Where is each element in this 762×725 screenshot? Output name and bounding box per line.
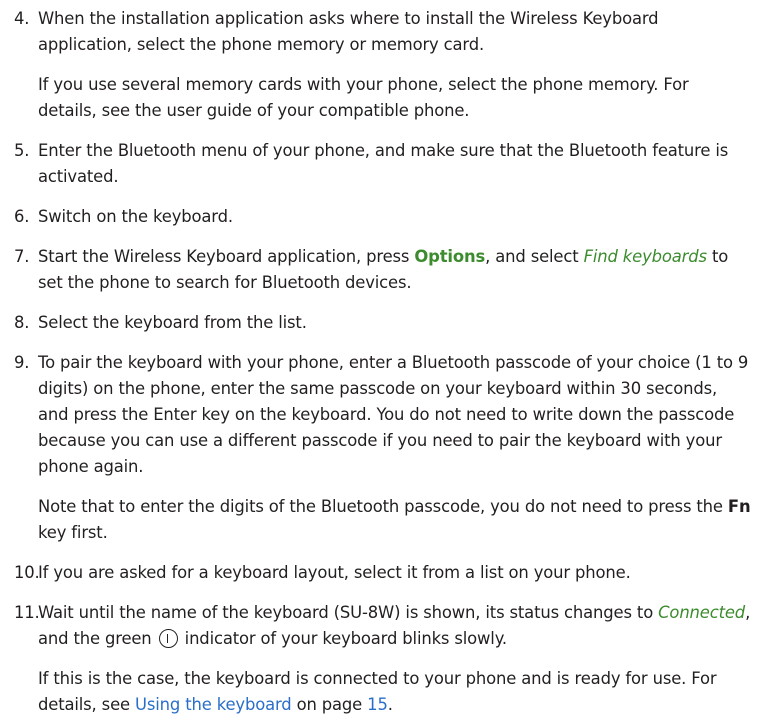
connected-status-label: Connected xyxy=(658,603,746,622)
step-text-part: Wait until the name of the keyboard (SU-… xyxy=(38,603,659,622)
fn-key-label: Fn xyxy=(727,497,751,516)
step-11: 11. Wait until the name of the keyboard … xyxy=(14,600,752,652)
find-keyboards-menu-label: Find keyboards xyxy=(583,247,707,266)
step-text: Enter the Bluetooth menu of your phone, … xyxy=(38,141,729,186)
step-number: 11. xyxy=(14,603,40,622)
note-text-part: key first. xyxy=(38,523,108,542)
options-softkey-label: Options xyxy=(414,247,486,266)
power-indicator-icon xyxy=(158,629,178,648)
step-text: Select the keyboard from the list. xyxy=(38,313,307,332)
step-number: 9. xyxy=(14,353,30,372)
step-10: 10. If you are asked for a keyboard layo… xyxy=(14,560,752,586)
step-number: 4. xyxy=(14,9,30,28)
page-15-link[interactable]: 15 xyxy=(367,695,388,714)
step-text: Wait until the name of the keyboard (SU-… xyxy=(38,600,752,652)
using-keyboard-link[interactable]: Using the keyboard xyxy=(135,695,292,714)
step-number: 6. xyxy=(14,207,30,226)
note-text-part: on page xyxy=(291,695,368,714)
step-6: 6. Switch on the keyboard. xyxy=(14,204,752,230)
step-4: 4. When the installation application ask… xyxy=(14,6,752,58)
step-text: To pair the keyboard with your phone, en… xyxy=(38,353,749,476)
step-number: 7. xyxy=(14,247,30,266)
step-7: 7. Start the Wireless Keyboard applicati… xyxy=(14,244,752,296)
step-text: When the installation application asks w… xyxy=(38,9,659,54)
step-11-note: If this is the case, the keyboard is con… xyxy=(38,666,752,718)
step-9: 9. To pair the keyboard with your phone,… xyxy=(14,350,752,480)
manual-page: 4. When the installation application ask… xyxy=(0,0,762,725)
step-5: 5. Enter the Bluetooth menu of your phon… xyxy=(14,138,752,190)
step-number: 8. xyxy=(14,313,30,332)
step-text-part: , and select xyxy=(485,247,584,266)
note-text-part: Note that to enter the digits of the Blu… xyxy=(38,497,728,516)
step-number: 5. xyxy=(14,141,30,160)
step-text-part: indicator of your keyboard blinks slowly… xyxy=(179,629,507,648)
step-8: 8. Select the keyboard from the list. xyxy=(14,310,752,336)
step-text: If you are asked for a keyboard layout, … xyxy=(38,563,631,582)
step-number: 10. xyxy=(14,563,40,582)
step-4-note: If you use several memory cards with you… xyxy=(38,75,689,120)
note-text-part: . xyxy=(387,695,393,714)
step-text-part: Start the Wireless Keyboard application,… xyxy=(38,247,415,266)
step-text: Start the Wireless Keyboard application,… xyxy=(38,244,752,296)
step-9-note: Note that to enter the digits of the Blu… xyxy=(38,494,752,546)
step-text: Switch on the keyboard. xyxy=(38,207,233,226)
